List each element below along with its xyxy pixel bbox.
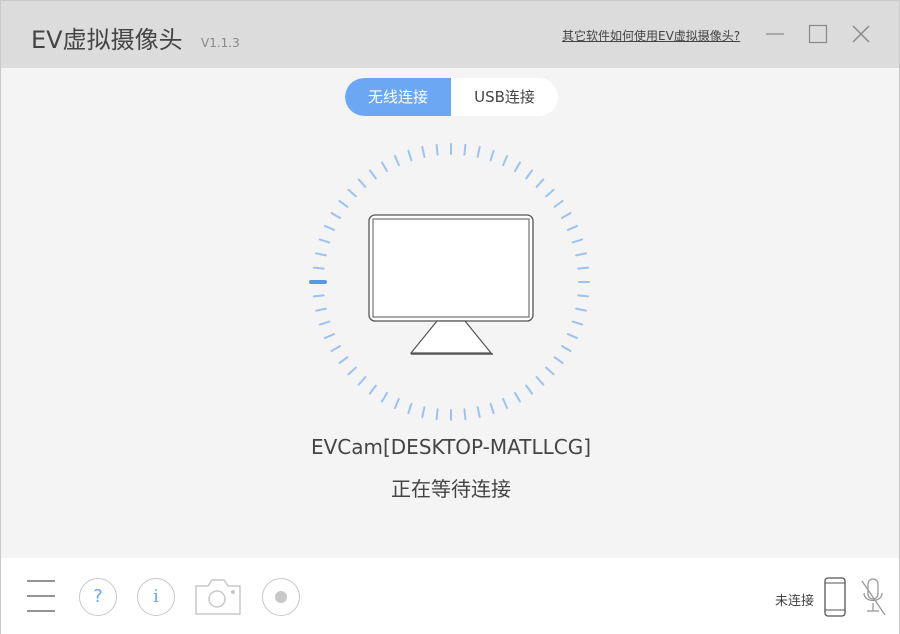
- progress-tick: [421, 146, 426, 158]
- phone-icon[interactable]: [823, 577, 847, 617]
- record-button[interactable]: [262, 578, 300, 616]
- progress-tick: [421, 406, 426, 418]
- title-bar[interactable]: EV虚拟摄像头 V1.1.3 其它软件如何使用EV虚拟摄像头?: [1, 1, 899, 68]
- close-button[interactable]: [848, 21, 874, 47]
- progress-tick: [338, 356, 349, 365]
- progress-tick: [318, 238, 331, 244]
- progress-tick: [560, 345, 572, 352]
- progress-tick: [566, 333, 579, 340]
- menu-icon[interactable]: [25, 578, 57, 614]
- progress-tick: [502, 397, 509, 410]
- progress-tick: [315, 307, 327, 312]
- progress-tick: [347, 188, 357, 198]
- info-button[interactable]: i: [137, 578, 175, 616]
- progress-tick: [535, 178, 545, 188]
- progress-tick: [368, 384, 377, 395]
- progress-tick: [463, 143, 467, 156]
- progress-tick: [330, 212, 342, 219]
- mic-muted-icon[interactable]: [859, 577, 887, 617]
- maximize-button[interactable]: [805, 21, 831, 47]
- progress-tick: [560, 212, 572, 219]
- connection-status-text: 正在等待连接: [391, 477, 511, 501]
- progress-tick: [577, 294, 590, 298]
- other-software-help-link[interactable]: 其它软件如何使用EV虚拟摄像头?: [562, 27, 740, 44]
- progress-tick: [338, 199, 349, 208]
- progress-tick: [323, 224, 336, 231]
- progress-tick: [489, 149, 495, 162]
- app-version: V1.1.3: [201, 36, 240, 50]
- progress-tick: [407, 149, 413, 162]
- progress-tick: [312, 294, 325, 298]
- monitor-icon: [368, 214, 534, 355]
- minimize-button[interactable]: [762, 21, 788, 47]
- progress-tick: [514, 391, 521, 403]
- progress-tick: [312, 266, 325, 270]
- progress-tick: [571, 320, 584, 326]
- progress-tick: [368, 169, 377, 180]
- minimize-icon: [766, 33, 784, 35]
- progress-tick: [381, 161, 388, 173]
- progress-tick: [357, 376, 367, 386]
- progress-tick: [535, 376, 545, 386]
- app-window: EV虚拟摄像头 V1.1.3 其它软件如何使用EV虚拟摄像头? 无线连接 USB…: [0, 0, 900, 634]
- progress-tick: [514, 161, 521, 173]
- waiting-dial: [309, 143, 590, 421]
- connection-mode-tabs: 无线连接 USB连接: [345, 78, 558, 116]
- help-icon: ?: [93, 586, 103, 607]
- progress-tick: [545, 188, 555, 198]
- progress-tick: [575, 307, 587, 312]
- progress-tick: [407, 402, 413, 415]
- progress-tick: [553, 356, 564, 365]
- progress-tick: [577, 266, 590, 270]
- progress-tick: [393, 154, 400, 167]
- progress-tick: [502, 154, 509, 167]
- progress-tick: [476, 146, 481, 158]
- progress-tick: [318, 320, 331, 326]
- progress-tick: [476, 406, 481, 418]
- progress-tick: [357, 178, 367, 188]
- record-icon: [275, 591, 287, 603]
- phone-connection-status: 未连接: [775, 594, 815, 609]
- progress-tick: [330, 345, 342, 352]
- progress-tick: [575, 252, 587, 257]
- progress-tick: [566, 224, 579, 231]
- tab-usb[interactable]: USB连接: [451, 78, 558, 116]
- progress-tick: [489, 402, 495, 415]
- maximize-icon: [808, 24, 828, 44]
- progress-tick: [435, 408, 439, 421]
- progress-tick: [571, 238, 584, 244]
- progress-tick: [323, 333, 336, 340]
- device-name: EVCam[DESKTOP-MATLLCG]: [310, 435, 592, 459]
- app-title: EV虚拟摄像头: [31, 26, 183, 54]
- close-icon: [852, 25, 870, 43]
- progress-tick: [315, 252, 327, 257]
- help-button[interactable]: ?: [79, 578, 117, 616]
- progress-tick: [525, 169, 534, 180]
- progress-tick: [381, 391, 388, 403]
- progress-tick: [393, 397, 400, 410]
- progress-tick: [347, 366, 357, 376]
- tab-wireless[interactable]: 无线连接: [345, 78, 451, 116]
- progress-tick: [463, 408, 467, 421]
- progress-tick: [553, 199, 564, 208]
- info-icon: i: [153, 586, 159, 607]
- camera-icon[interactable]: [193, 577, 243, 617]
- progress-tick: [525, 384, 534, 395]
- bottom-toolbar: [1, 558, 899, 634]
- progress-tick: [435, 143, 439, 156]
- progress-tick: [545, 366, 555, 376]
